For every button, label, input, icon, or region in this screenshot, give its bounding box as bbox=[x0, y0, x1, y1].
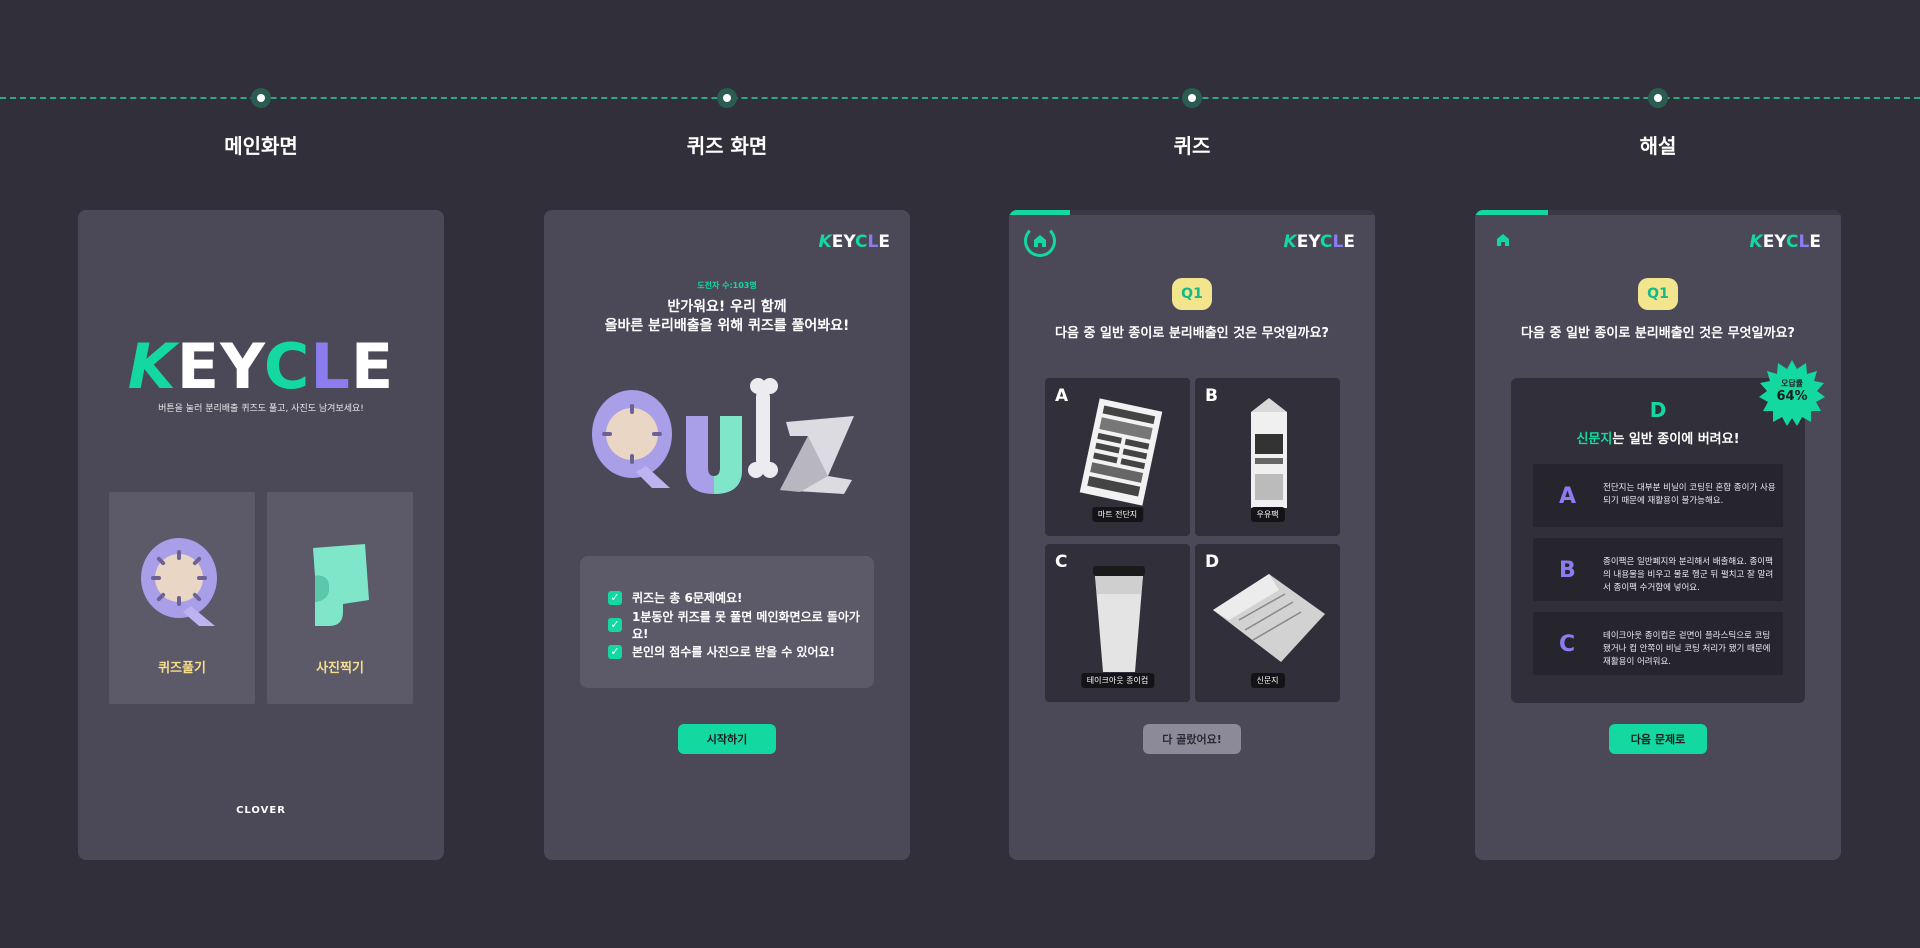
paper-cup-image bbox=[1093, 566, 1145, 672]
timeline-node-2 bbox=[717, 88, 737, 108]
progress-bar bbox=[1009, 210, 1375, 215]
quiz-screen: KEYCLE Q1 다음 중 일반 종이로 분리배출인 것은 무엇일까요? A … bbox=[1009, 210, 1375, 860]
option-letter: A bbox=[1055, 386, 1069, 406]
explanation-item: A 전단지는 대부분 비닐이 코팅된 혼합 종이가 사용되기 때문에 재활용이 … bbox=[1533, 464, 1783, 527]
quiz-hero-illustration bbox=[592, 378, 854, 494]
done-button[interactable]: 다 골랐어요! bbox=[1143, 724, 1241, 754]
check-icon: ✓ bbox=[608, 644, 622, 659]
option-label: 신문지 bbox=[1250, 673, 1285, 688]
option-a[interactable]: A 마트 전단지 bbox=[1045, 378, 1190, 536]
step-title-quiz-intro: 퀴즈 화면 bbox=[686, 134, 768, 158]
explanation-letter: B bbox=[1559, 558, 1576, 583]
step-title-main: 메인화면 bbox=[224, 134, 298, 158]
start-button[interactable]: 시작하기 bbox=[678, 724, 776, 754]
option-d[interactable]: D 신문지 bbox=[1195, 544, 1340, 702]
wrong-rate-badge: 오답률 64% bbox=[1759, 360, 1825, 426]
home-button[interactable] bbox=[1496, 232, 1510, 251]
explanation-screen: KEYCLE Q1 다음 중 일반 종이로 분리배출인 것은 무엇일까요? D … bbox=[1475, 210, 1841, 860]
clover-footer-logo: CLOVER bbox=[236, 805, 286, 816]
timeline-node-4 bbox=[1648, 88, 1668, 108]
flyer-image bbox=[1079, 398, 1163, 506]
check-icon: ✓ bbox=[608, 617, 622, 632]
explanation-item: B 종이팩은 일반폐지와 분리해서 배출해요. 종이팩의 내용물을 비우고 물로… bbox=[1533, 538, 1783, 601]
progress-bar bbox=[1475, 210, 1841, 215]
wrong-rate-label: 오답률 bbox=[1780, 379, 1804, 388]
main-tagline: 버튼을 눌러 분리배출 퀴즈도 풀고, 사진도 남겨보세요! bbox=[158, 404, 364, 414]
photo-label: 사진찍기 bbox=[316, 661, 364, 676]
challenger-count: 도전자 수:103명 bbox=[697, 281, 757, 290]
keycle-logo-small: KEYCLE bbox=[1749, 232, 1821, 252]
progress-fill bbox=[1009, 210, 1070, 215]
wrong-rate-value: 64% bbox=[1776, 389, 1808, 404]
next-question-button[interactable]: 다음 문제로 bbox=[1609, 724, 1707, 754]
option-letter: B bbox=[1205, 386, 1218, 406]
explanation-box: D 신문지는 일반 종이에 버려요! A 전단지는 대부분 비닐이 코팅된 혼합… bbox=[1511, 378, 1805, 703]
question-text: 다음 중 일반 종이로 분리배출인 것은 무엇일까요? bbox=[1055, 326, 1329, 341]
step-title-explanation: 해설 bbox=[1639, 134, 1677, 158]
explanation-text: 전단지는 대부분 비닐이 코팅된 혼합 종이가 사용되기 때문에 재활용이 불가… bbox=[1603, 483, 1776, 506]
quiz-start-label: 퀴즈풀기 bbox=[158, 661, 206, 676]
option-c[interactable]: C 테이크아웃 종이컵 bbox=[1045, 544, 1190, 702]
quiz-q-icon bbox=[141, 538, 217, 626]
timeline-node-3 bbox=[1182, 88, 1202, 108]
explanation-text: 종이팩은 일반폐지와 분리해서 배출해요. 종이팩의 내용물을 비우고 물로 헹… bbox=[1603, 557, 1774, 593]
keycle-logo: KEYCLE bbox=[127, 330, 395, 403]
question-text: 다음 중 일반 종이로 분리배출인 것은 무엇일까요? bbox=[1521, 326, 1795, 341]
progress-fill bbox=[1475, 210, 1548, 215]
timeline-line bbox=[0, 97, 1920, 99]
question-number-badge: Q1 bbox=[1638, 278, 1678, 310]
newspaper-image bbox=[1213, 574, 1325, 662]
timeline-node-1 bbox=[251, 88, 271, 108]
home-button[interactable] bbox=[1024, 225, 1056, 257]
home-icon bbox=[1497, 234, 1509, 246]
explanation-text: 테이크아웃 종이컵은 겉면이 플라스틱으로 코팅됐거나 컵 안쪽이 비닐 코팅 … bbox=[1603, 631, 1771, 667]
rules-box: ✓ 퀴즈는 총 6문제예요! ✓ 1분동안 퀴즈를 못 풀면 메인화면으로 돌아가요… bbox=[580, 556, 874, 688]
option-label: 마트 전단지 bbox=[1091, 507, 1144, 522]
explanation-letter: A bbox=[1559, 484, 1577, 509]
option-letter: C bbox=[1055, 552, 1068, 572]
keycle-logo-small: KEYCLE bbox=[818, 232, 890, 252]
puzzle-icon bbox=[313, 544, 369, 626]
main-screen: KEYCLE 버튼을 눌러 분리배출 퀴즈도 풀고, 사진도 남겨보세요! 퀴즈… bbox=[78, 210, 444, 860]
option-label: 우유팩 bbox=[1250, 507, 1285, 522]
quiz-intro-screen: KEYCLE 도전자 수:103명 반가워요! 우리 함께 올바른 분리배출을 … bbox=[544, 210, 910, 860]
explanation-item: C 테이크아웃 종이컵은 겉면이 플라스틱으로 코팅됐거나 컵 안쪽이 비닐 코… bbox=[1533, 612, 1783, 675]
option-b[interactable]: B 우유팩 bbox=[1195, 378, 1340, 536]
check-icon: ✓ bbox=[608, 590, 622, 605]
keycle-logo-small: KEYCLE bbox=[1283, 232, 1355, 252]
question-number-badge: Q1 bbox=[1172, 278, 1212, 310]
quiz-start-card[interactable]: 퀴즈풀기 bbox=[109, 492, 255, 704]
option-label: 테이크아웃 종이컵 bbox=[1080, 673, 1155, 688]
greeting-text: 반가워요! 우리 함께 올바른 분리배출을 위해 퀴즈를 풀어봐요! bbox=[604, 299, 850, 334]
photo-card[interactable]: 사진찍기 bbox=[267, 492, 413, 704]
rule-item: ✓ 본인의 점수를 사진으로 받을 수 있어요! bbox=[608, 638, 874, 665]
milk-carton-image bbox=[1251, 398, 1287, 508]
home-icon bbox=[1034, 235, 1046, 247]
answer-title: 신문지는 일반 종이에 버려요! bbox=[1576, 432, 1740, 447]
option-letter: D bbox=[1205, 552, 1220, 572]
step-title-quiz: 퀴즈 bbox=[1173, 134, 1211, 158]
rule-item: ✓ 1분동안 퀴즈를 못 풀면 메인화면으로 돌아가요! bbox=[608, 610, 874, 641]
explanation-letter: C bbox=[1559, 632, 1576, 657]
